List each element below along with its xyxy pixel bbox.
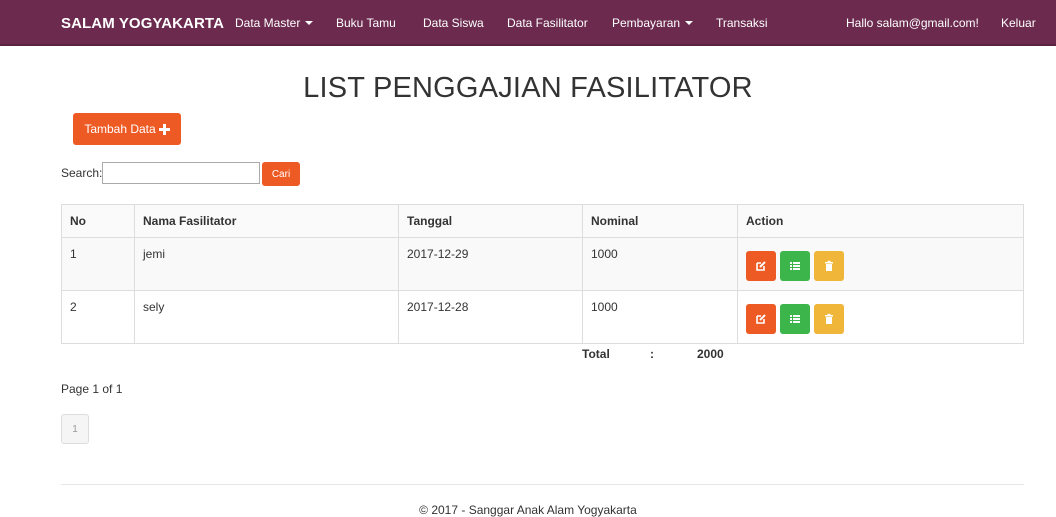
cell-action: [737, 290, 1024, 344]
detail-button[interactable]: [780, 304, 810, 334]
cell-nama: sely: [134, 290, 399, 344]
edit-icon: [756, 261, 766, 271]
total-value: 2000: [697, 347, 724, 361]
edit-button[interactable]: [746, 251, 776, 281]
table-row: 1 jemi 2017-12-29 1000: [61, 237, 1024, 291]
list-icon: [790, 315, 800, 323]
cell-action: [737, 237, 1024, 291]
search-button-label: Cari: [271, 168, 291, 180]
brand-link[interactable]: SALAM YOGYAKARTA: [61, 0, 224, 46]
logout-label: Keluar: [1001, 16, 1036, 30]
cell-no: 1: [61, 237, 135, 291]
nav-pembayaran[interactable]: Pembayaran: [612, 0, 694, 46]
total-separator: :: [650, 347, 654, 361]
add-data-button[interactable]: Tambah Data: [73, 113, 181, 145]
edit-button[interactable]: [746, 304, 776, 334]
nav-data-siswa[interactable]: Data Siswa: [423, 0, 484, 46]
navbar: SALAM YOGYAKARTA Data Master Buku Tamu D…: [0, 0, 1056, 46]
header-nama-fasilitator: Nama Fasilitator: [134, 204, 399, 238]
cell-no: 2: [61, 290, 135, 344]
divider: [61, 484, 1024, 485]
nav-data-siswa-label: Data Siswa: [423, 16, 484, 30]
cell-nama: jemi: [134, 237, 399, 291]
nav-pembayaran-label: Pembayaran: [612, 16, 681, 30]
chevron-down-icon: [305, 21, 314, 25]
cell-nominal: 1000: [582, 237, 738, 291]
logout-link[interactable]: Keluar: [1001, 0, 1036, 46]
delete-button[interactable]: [814, 251, 844, 281]
edit-icon: [756, 314, 766, 324]
nav-buku-tamu[interactable]: Buku Tamu: [336, 0, 396, 46]
detail-button[interactable]: [780, 251, 810, 281]
trash-icon: [825, 260, 833, 271]
header-nominal: Nominal: [582, 204, 738, 238]
nav-transaksi[interactable]: Transaksi: [716, 0, 768, 46]
search-input[interactable]: [102, 162, 260, 184]
list-icon: [790, 262, 800, 270]
total-label: Total: [582, 347, 610, 361]
nav-data-fasilitator-label: Data Fasilitator: [507, 16, 588, 30]
header-tanggal: Tanggal: [398, 204, 583, 238]
search-label: Search:: [61, 166, 103, 180]
nav-transaksi-label: Transaksi: [716, 16, 768, 30]
add-data-label: Tambah Data: [84, 122, 156, 136]
page-button-1[interactable]: 1: [61, 414, 89, 444]
nav-buku-tamu-label: Buku Tamu: [336, 16, 396, 30]
page-title: LIST PENGGAJIAN FASILITATOR: [303, 72, 753, 104]
user-greeting: Hallo salam@gmail.com!: [846, 16, 979, 30]
page-info: Page 1 of 1: [61, 382, 123, 396]
trash-icon: [825, 313, 833, 324]
nav-greeting[interactable]: Hallo salam@gmail.com!: [846, 0, 979, 46]
delete-button[interactable]: [814, 304, 844, 334]
plus-icon: [158, 123, 170, 135]
header-no: No: [61, 204, 135, 238]
search-button[interactable]: Cari: [262, 162, 300, 186]
nav-data-fasilitator[interactable]: Data Fasilitator: [507, 0, 588, 46]
cell-tanggal: 2017-12-29: [398, 237, 583, 291]
header-action: Action: [737, 204, 1024, 238]
nav-data-master-label: Data Master: [235, 16, 301, 30]
table-row: 2 sely 2017-12-28 1000: [61, 290, 1024, 344]
payroll-table: No Nama Fasilitator Tanggal Nominal Acti…: [61, 204, 1024, 344]
chevron-down-icon: [685, 21, 694, 25]
cell-nominal: 1000: [582, 290, 738, 344]
table-header-row: No Nama Fasilitator Tanggal Nominal Acti…: [61, 204, 1024, 238]
cell-tanggal: 2017-12-28: [398, 290, 583, 344]
nav-data-master[interactable]: Data Master: [235, 0, 314, 46]
